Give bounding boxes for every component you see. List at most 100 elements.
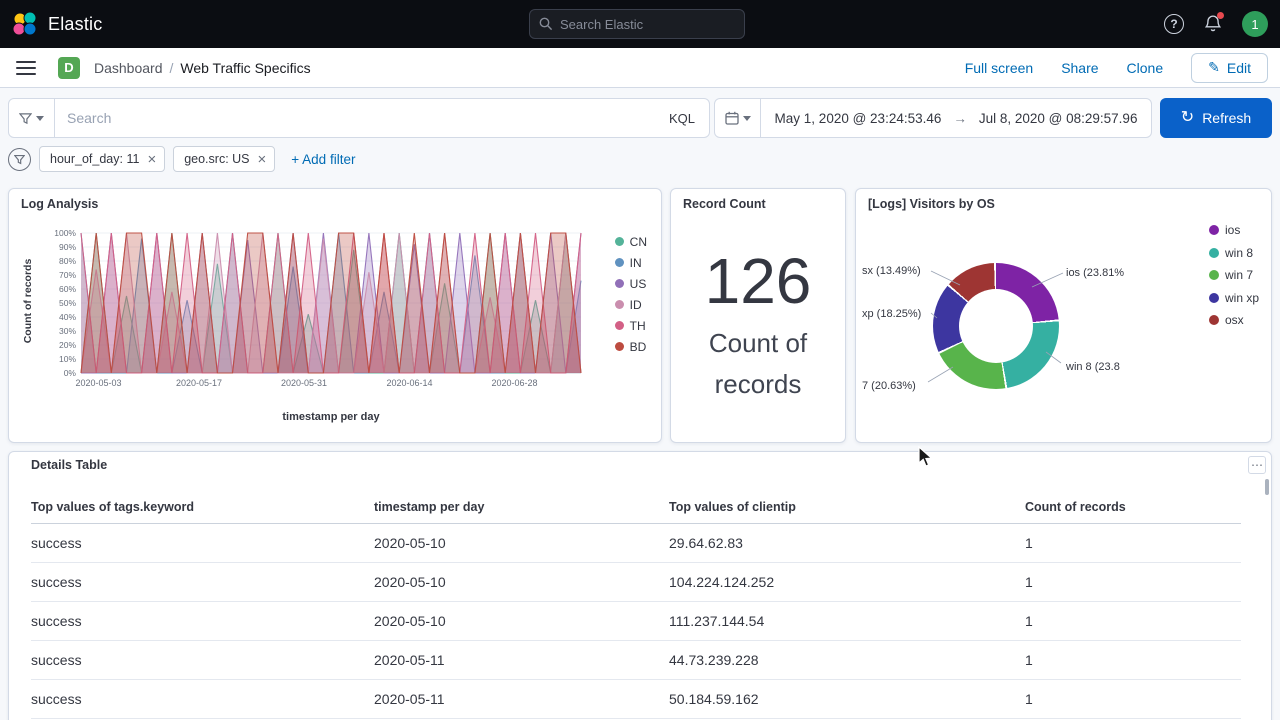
- table-cell: 1: [1025, 641, 1241, 680]
- legend-item[interactable]: US: [615, 273, 647, 294]
- panel-menu-icon[interactable]: ⋯: [1248, 456, 1266, 474]
- close-icon[interactable]: ×: [147, 152, 156, 167]
- global-search[interactable]: [529, 9, 745, 39]
- table-cell: 2020-05-10: [374, 602, 669, 641]
- panel-scrollbar-thumb[interactable]: [1265, 479, 1269, 495]
- metric-value: 126: [705, 249, 812, 313]
- table-cell: 2020-05-11: [374, 641, 669, 680]
- column-header-tags[interactable]: Top values of tags.keyword: [31, 492, 374, 524]
- legend-swatch-icon: [1209, 293, 1219, 303]
- legend-label: US: [630, 277, 647, 291]
- svg-text:2020-06-28: 2020-06-28: [491, 378, 537, 388]
- legend-swatch-icon: [615, 321, 624, 330]
- table-cell: 1: [1025, 524, 1241, 563]
- legend-item[interactable]: ios: [1209, 219, 1259, 242]
- legend-item[interactable]: BD: [615, 336, 647, 357]
- share-button[interactable]: Share: [1061, 60, 1098, 76]
- os-legend: ios win 8 win 7 win xp osx: [1209, 219, 1259, 332]
- kql-search-input[interactable]: [55, 110, 655, 126]
- legend-item[interactable]: win xp: [1209, 287, 1259, 310]
- date-range: May 1, 2020 @ 23:24:53.46 → Jul 8, 2020 …: [761, 111, 1151, 126]
- table-cell: success: [31, 641, 374, 680]
- svg-text:90%: 90%: [59, 242, 76, 252]
- user-avatar[interactable]: 1: [1242, 11, 1268, 37]
- legend-swatch-icon: [615, 258, 624, 267]
- breadcrumb-separator: /: [170, 60, 174, 76]
- query-bar: KQL: [8, 98, 710, 138]
- table-cell: 2020-05-11: [374, 680, 669, 719]
- panel-log-analysis: Log Analysis Count of records 0%10%20%30…: [8, 188, 662, 443]
- legend-item[interactable]: osx: [1209, 309, 1259, 332]
- breadcrumb-dashboard[interactable]: Dashboard: [94, 60, 163, 76]
- slice-callout-win7: 7 (20.63%): [862, 380, 916, 392]
- kql-toggle[interactable]: KQL: [655, 111, 709, 126]
- full-screen-button[interactable]: Full screen: [965, 60, 1033, 76]
- panel-details-table: Details Table ⋯ Top values of tags.keywo…: [8, 451, 1272, 720]
- search-icon: [539, 17, 553, 31]
- calendar-icon: [725, 111, 739, 125]
- legend-label: win xp: [1225, 291, 1259, 305]
- legend-item[interactable]: CN: [615, 231, 647, 252]
- close-icon[interactable]: ×: [258, 152, 267, 167]
- global-search-input[interactable]: [560, 17, 735, 32]
- panel-title: [Logs] Visitors by OS: [868, 197, 995, 211]
- table-cell: 2020-05-10: [374, 563, 669, 602]
- legend-label: TH: [630, 319, 646, 333]
- table-row: success2020-05-1150.184.59.1621: [31, 680, 1241, 719]
- column-header-count[interactable]: Count of records: [1025, 492, 1241, 524]
- edit-button[interactable]: ✎ Edit: [1191, 53, 1268, 83]
- help-icon[interactable]: ?: [1164, 14, 1184, 34]
- details-table: Top values of tags.keyword timestamp per…: [31, 492, 1241, 719]
- table-header-row: Top values of tags.keyword timestamp per…: [31, 492, 1241, 524]
- legend-swatch-icon: [1209, 225, 1219, 235]
- svg-text:60%: 60%: [59, 284, 76, 294]
- x-axis-label: timestamp per day: [81, 411, 581, 423]
- column-header-clientip[interactable]: Top values of clientip: [669, 492, 1025, 524]
- legend-item[interactable]: win 8: [1209, 242, 1259, 265]
- date-picker: May 1, 2020 @ 23:24:53.46 → Jul 8, 2020 …: [714, 98, 1152, 138]
- date-quick-menu-button[interactable]: [715, 99, 761, 137]
- end-date[interactable]: Jul 8, 2020 @ 08:29:57.96: [979, 111, 1138, 126]
- filter-pill-label: geo.src: US: [184, 152, 249, 166]
- legend-swatch-icon: [615, 300, 624, 309]
- brand: Elastic: [0, 11, 102, 37]
- start-date[interactable]: May 1, 2020 @ 23:24:53.46: [775, 111, 942, 126]
- column-header-timestamp[interactable]: timestamp per day: [374, 492, 669, 524]
- nav-actions: Full screen Share Clone ✎ Edit: [965, 53, 1280, 83]
- table-cell: 2020-05-10: [374, 524, 669, 563]
- legend-item[interactable]: IN: [615, 252, 647, 273]
- svg-text:70%: 70%: [59, 270, 76, 280]
- legend-label: win 7: [1225, 268, 1253, 282]
- menu-icon[interactable]: [16, 61, 36, 75]
- log-analysis-chart: 0%10%20%30%40%50%60%70%80%90%100%2020-05…: [33, 223, 589, 395]
- saved-query-menu-button[interactable]: [9, 99, 55, 137]
- clone-button[interactable]: Clone: [1127, 60, 1164, 76]
- filter-pill-hour-of-day[interactable]: hour_of_day: 11 ×: [39, 146, 165, 172]
- legend-item[interactable]: ID: [615, 294, 647, 315]
- table-cell: 1: [1025, 680, 1241, 719]
- table-cell: 1: [1025, 563, 1241, 602]
- legend-item[interactable]: win 7: [1209, 264, 1259, 287]
- table-cell: success: [31, 680, 374, 719]
- filter-pill-geo-src[interactable]: geo.src: US ×: [173, 146, 275, 172]
- details-table-body: success2020-05-1029.64.62.831success2020…: [31, 524, 1241, 719]
- svg-text:2020-05-17: 2020-05-17: [176, 378, 222, 388]
- elastic-logo-icon[interactable]: [12, 11, 38, 37]
- breadcrumb-current-page: Web Traffic Specifics: [180, 60, 310, 76]
- legend-label: ios: [1225, 223, 1240, 237]
- legend-label: ID: [630, 298, 642, 312]
- legend-swatch-icon: [1209, 270, 1219, 280]
- svg-text:80%: 80%: [59, 256, 76, 266]
- svg-text:30%: 30%: [59, 326, 76, 336]
- table-row: success2020-05-1144.73.239.2281: [31, 641, 1241, 680]
- legend-swatch-icon: [615, 237, 624, 246]
- filter-sets-icon[interactable]: [8, 148, 31, 171]
- add-filter-button[interactable]: + Add filter: [291, 152, 355, 167]
- refresh-button[interactable]: ↻ Refresh: [1160, 98, 1272, 138]
- legend-item[interactable]: TH: [615, 315, 647, 336]
- notifications-icon[interactable]: [1204, 15, 1222, 33]
- panel-title: Log Analysis: [21, 197, 98, 211]
- chevron-down-icon: [743, 116, 751, 121]
- table-cell: 44.73.239.228: [669, 641, 1025, 680]
- global-header: Elastic ? 1: [0, 0, 1280, 48]
